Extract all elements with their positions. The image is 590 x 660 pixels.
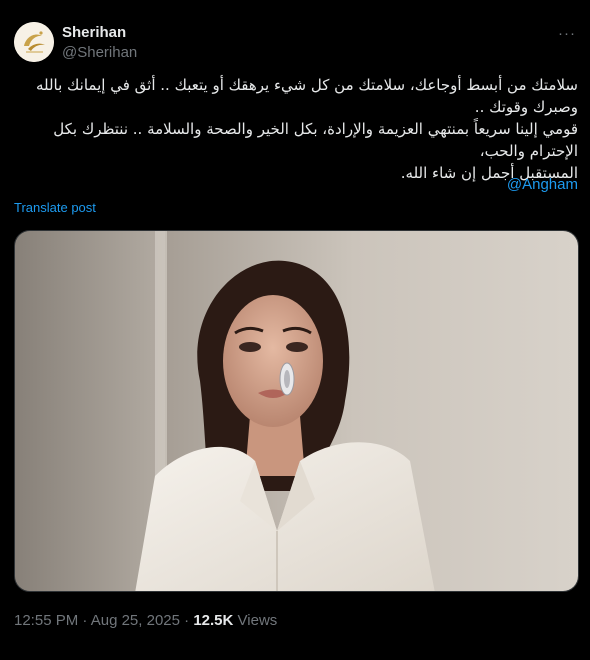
views-count: 12.5K [193, 612, 234, 629]
meta-separator: · [184, 612, 190, 629]
tweet-line: قومي إلينا سريعاً بمنتهي العزيمة والإراد… [53, 120, 578, 160]
translate-post-link[interactable]: Translate post [14, 200, 96, 215]
tweet-line: المستقبل أجمل إن شاء الله. [400, 164, 578, 182]
post-meta: 12:55 PM · Aug 25, 2025 · 12.5K Views [14, 612, 277, 629]
post-time[interactable]: 12:55 PM [14, 612, 78, 629]
sherihan-logo-icon [14, 22, 54, 62]
post-date[interactable]: Aug 25, 2025 [91, 612, 180, 629]
post-photo[interactable] [14, 230, 579, 592]
avatar[interactable] [14, 22, 54, 62]
display-name[interactable]: Sherihan [62, 24, 126, 41]
views-label: Views [237, 612, 278, 629]
meta-separator: · [82, 612, 88, 629]
tweet-line: سلامتك من أبسط أوجاعك، سلامتك من كل شيء … [35, 76, 578, 116]
photo-image [15, 231, 578, 591]
tweet-text: سلامتك من أبسط أوجاعك، سلامتك من كل شيء … [14, 74, 578, 184]
user-handle[interactable]: @Sherihan [62, 44, 137, 61]
more-options-icon[interactable]: ··· [556, 22, 578, 44]
mention-link[interactable]: @Angham [507, 176, 578, 193]
